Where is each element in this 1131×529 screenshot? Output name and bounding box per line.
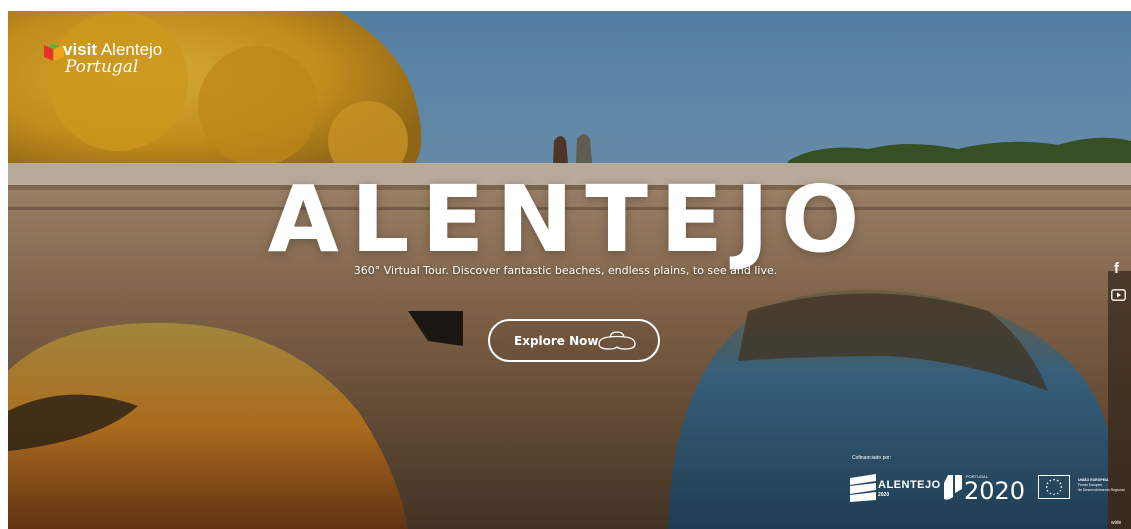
cofinanced-label: Cofinanciado por: [852, 455, 892, 461]
vr-headset-icon [598, 331, 636, 350]
eu-fund-text: UNIÃO EUROPEIA Fundo Europeu de Desenvol… [1078, 478, 1125, 493]
logo-line-1: visit Alentejo [63, 41, 162, 58]
eu-flag-icon [1038, 475, 1070, 499]
alentejo-2020-mark-icon [850, 474, 876, 502]
eu-stars-icon [1045, 478, 1063, 496]
portugal-2020-mark-icon [944, 475, 962, 500]
eu-fund-logo: UNIÃO EUROPEIA Fundo Europeu de Desenvol… [1038, 475, 1126, 501]
eu-line-3: de Desenvolvimento Regional [1078, 488, 1125, 492]
hero-subtitle: 360° Virtual Tour. Discover fantastic be… [353, 264, 778, 277]
explore-now-label: Explore Now [514, 334, 599, 348]
alentejo-year: 2020 [878, 492, 890, 498]
page: visit Alentejo Portugal ALENTEJO Explore… [0, 0, 1131, 529]
youtube-icon[interactable] [1111, 289, 1126, 301]
hero-title: ALENTEJO [267, 166, 872, 273]
portugal-year: 2020 [964, 477, 1026, 505]
watermark-text: wide [1111, 520, 1122, 526]
alentejo-2020-logo: ALENTEJO 2020 [850, 474, 940, 502]
portugal-2020-logo: PORTUGAL 2020 [944, 472, 1034, 505]
logo-portugal-text: Portugal [65, 57, 139, 77]
alentejo-name: ALENTEJO [878, 479, 941, 491]
explore-now-button[interactable]: Explore Now [488, 319, 660, 362]
